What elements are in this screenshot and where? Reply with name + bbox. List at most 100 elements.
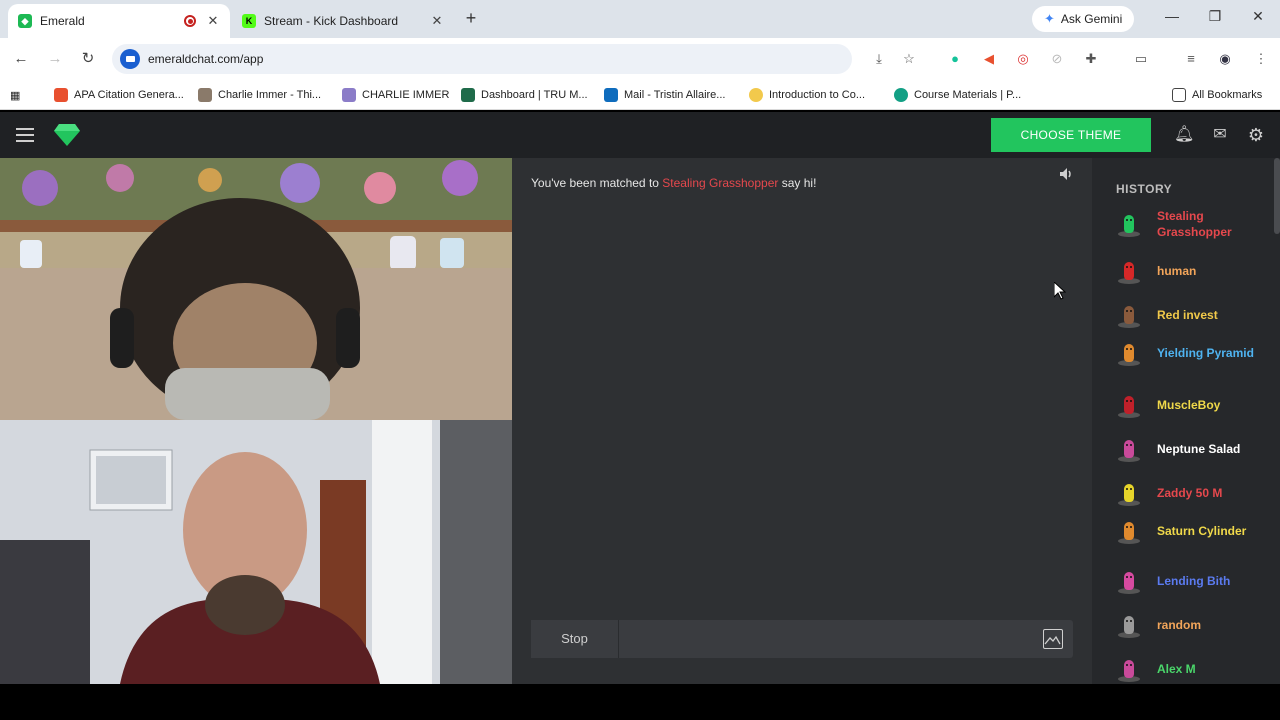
- app-header: CHOOSE THEME 🔔︎ ✉ ⚙: [0, 112, 1280, 158]
- history-sidebar: HISTORY Stealing Grasshopper human Red inv…: [1092, 158, 1280, 684]
- extensions-puzzle-icon[interactable]: ✚: [1082, 50, 1100, 68]
- apps-grid-icon[interactable]: ▦: [10, 86, 20, 104]
- all-bookmarks[interactable]: All Bookmarks: [1172, 86, 1262, 104]
- history-avatar-icon: [1118, 616, 1140, 638]
- media-controls-icon[interactable]: ≡: [1182, 50, 1200, 68]
- url-text: emeraldchat.com/app: [148, 52, 264, 66]
- history-avatar-icon: [1118, 215, 1140, 237]
- bookmark-label: APA Citation Genera...: [74, 89, 184, 101]
- forward-icon[interactable]: →: [44, 48, 66, 70]
- history-item-name: Alex M: [1157, 662, 1196, 676]
- bookmark-charlie-immer[interactable]: CHARLIE IMMER: [342, 86, 449, 104]
- history-item[interactable]: MuscleBoy: [1116, 392, 1276, 418]
- bookmark-label: Introduction to Co...: [769, 89, 865, 101]
- chat-panel: You've been matched to Stealing Grasshop…: [512, 158, 1092, 684]
- history-item-name: human: [1157, 264, 1197, 278]
- maximize-icon[interactable]: ❐: [1200, 8, 1230, 25]
- self-video: [0, 420, 512, 684]
- stranger-video: [0, 158, 512, 420]
- install-app-icon[interactable]: ⤓: [870, 50, 888, 68]
- bookmark-dashboard-tru[interactable]: Dashboard | TRU M...: [461, 86, 588, 104]
- mouse-cursor-icon: [1054, 282, 1066, 300]
- bookmark-favicon-icon: [198, 88, 212, 102]
- browser-toolbar: ← → ↻ emeraldchat.com/app ⤓ ☆ ● ◀ ◎ ⊘ ✚ …: [0, 38, 1280, 80]
- bookmark-mail[interactable]: Mail - Tristin Allaire...: [604, 86, 725, 104]
- history-item[interactable]: Lending Bith: [1116, 568, 1276, 594]
- bookmark-label: Charlie Immer - Thi...: [218, 89, 322, 101]
- self-video-frame: [0, 420, 512, 684]
- history-avatar-icon: [1118, 440, 1140, 462]
- stop-button[interactable]: Stop: [531, 620, 619, 658]
- notifications-bell-icon[interactable]: 🔔︎: [1174, 125, 1194, 145]
- history-item[interactable]: Zaddy 50 M: [1116, 480, 1276, 506]
- match-suffix: say hi!: [781, 176, 817, 190]
- history-item-name: random: [1157, 618, 1202, 632]
- choose-theme-button[interactable]: CHOOSE THEME: [991, 118, 1151, 152]
- close-window-icon[interactable]: ✕: [1243, 8, 1273, 25]
- bookmark-label: Mail - Tristin Allaire...: [624, 89, 726, 101]
- message-composer: Stop: [531, 620, 1073, 658]
- back-icon[interactable]: ←: [10, 48, 32, 70]
- history-item[interactable]: Stealing Grasshopper: [1116, 208, 1276, 240]
- bookmark-label: Dashboard | TRU M...: [481, 89, 588, 101]
- cast-icon[interactable]: ▭: [1132, 50, 1150, 68]
- history-item[interactable]: Yielding Pyramid: [1116, 340, 1276, 366]
- history-title: HISTORY: [1116, 182, 1173, 196]
- history-item[interactable]: Alex M: [1116, 656, 1276, 682]
- history-item-name: Yielding Pyramid: [1157, 346, 1254, 360]
- history-item[interactable]: Saturn Cylinder: [1116, 518, 1276, 544]
- site-info-icon[interactable]: [120, 49, 140, 69]
- megaphone-icon[interactable]: ◀: [980, 50, 998, 68]
- history-item[interactable]: Neptune Salad: [1116, 436, 1276, 462]
- new-tab-button[interactable]: +: [462, 8, 480, 28]
- bookmark-favicon-icon: [894, 88, 908, 102]
- bookmark-charlie-immer-thi[interactable]: Charlie Immer - Thi...: [198, 86, 321, 104]
- history-avatar-icon: [1118, 344, 1140, 366]
- extension-disabled-icon[interactable]: ⊘: [1048, 50, 1066, 68]
- image-upload-icon[interactable]: [1043, 629, 1063, 649]
- tab-kick-dashboard[interactable]: K Stream - Kick Dashboard ✕: [232, 4, 454, 38]
- ask-gemini-label: Ask Gemini: [1060, 12, 1123, 26]
- history-item-name: Zaddy 50 M: [1157, 486, 1223, 500]
- message-input[interactable]: [623, 624, 1033, 654]
- history-avatar-icon: [1118, 306, 1140, 328]
- emerald-logo-icon[interactable]: [54, 124, 80, 146]
- history-avatar-icon: [1118, 262, 1140, 284]
- folder-icon: [1172, 88, 1186, 102]
- menu-icon[interactable]: [16, 128, 34, 142]
- bookmark-favicon-icon: [461, 88, 475, 102]
- screen-capture-icon[interactable]: ◎: [1014, 50, 1032, 68]
- close-tab-icon[interactable]: ✕: [206, 13, 220, 29]
- history-item[interactable]: human: [1116, 258, 1276, 284]
- profile-avatar-icon[interactable]: ◉: [1216, 50, 1234, 68]
- speaker-volume-icon[interactable]: [1058, 166, 1074, 182]
- bookmark-apa[interactable]: APA Citation Genera...: [54, 86, 184, 104]
- tab-label: Emerald: [40, 14, 85, 28]
- bookmark-favicon-icon: [604, 88, 618, 102]
- match-notice: You've been matched to Stealing Grasshop…: [531, 176, 816, 190]
- bookmark-label: Course Materials | P...: [914, 89, 1022, 101]
- close-tab-icon[interactable]: ✕: [430, 13, 444, 29]
- browser-tab-strip: ◆ Emerald ✕ K Stream - Kick Dashboard ✕ …: [0, 0, 1280, 38]
- reload-icon[interactable]: ↻: [77, 48, 99, 70]
- address-bar[interactable]: emeraldchat.com/app: [112, 44, 852, 74]
- recording-icon: [184, 15, 196, 27]
- emerald-app: CHOOSE THEME 🔔︎ ✉ ⚙ You've been matched …: [0, 112, 1280, 684]
- history-item-name: Lending Bith: [1157, 574, 1231, 588]
- history-item[interactable]: random: [1116, 612, 1276, 638]
- grammarly-icon[interactable]: ●: [946, 50, 964, 68]
- ask-gemini-button[interactable]: ✦ Ask Gemini: [1032, 6, 1135, 32]
- history-item[interactable]: Red invest: [1116, 302, 1276, 328]
- bookmark-course-materials[interactable]: Course Materials | P...: [894, 86, 1021, 104]
- bookmark-star-icon[interactable]: ☆: [900, 50, 918, 68]
- bookmark-introduction[interactable]: Introduction to Co...: [749, 86, 865, 104]
- history-item-name: Saturn Cylinder: [1157, 524, 1247, 538]
- messages-envelope-icon[interactable]: ✉: [1210, 125, 1230, 145]
- bookmark-favicon-icon: [749, 88, 763, 102]
- history-item-name: Stealing Grasshopper: [1157, 209, 1232, 239]
- more-menu-icon[interactable]: ⋮: [1252, 50, 1270, 68]
- minimize-icon[interactable]: —: [1157, 8, 1187, 24]
- settings-gear-icon[interactable]: ⚙: [1246, 125, 1266, 145]
- tab-emerald[interactable]: ◆ Emerald ✕: [8, 4, 230, 38]
- matched-user-name[interactable]: Stealing Grasshopper: [662, 176, 778, 190]
